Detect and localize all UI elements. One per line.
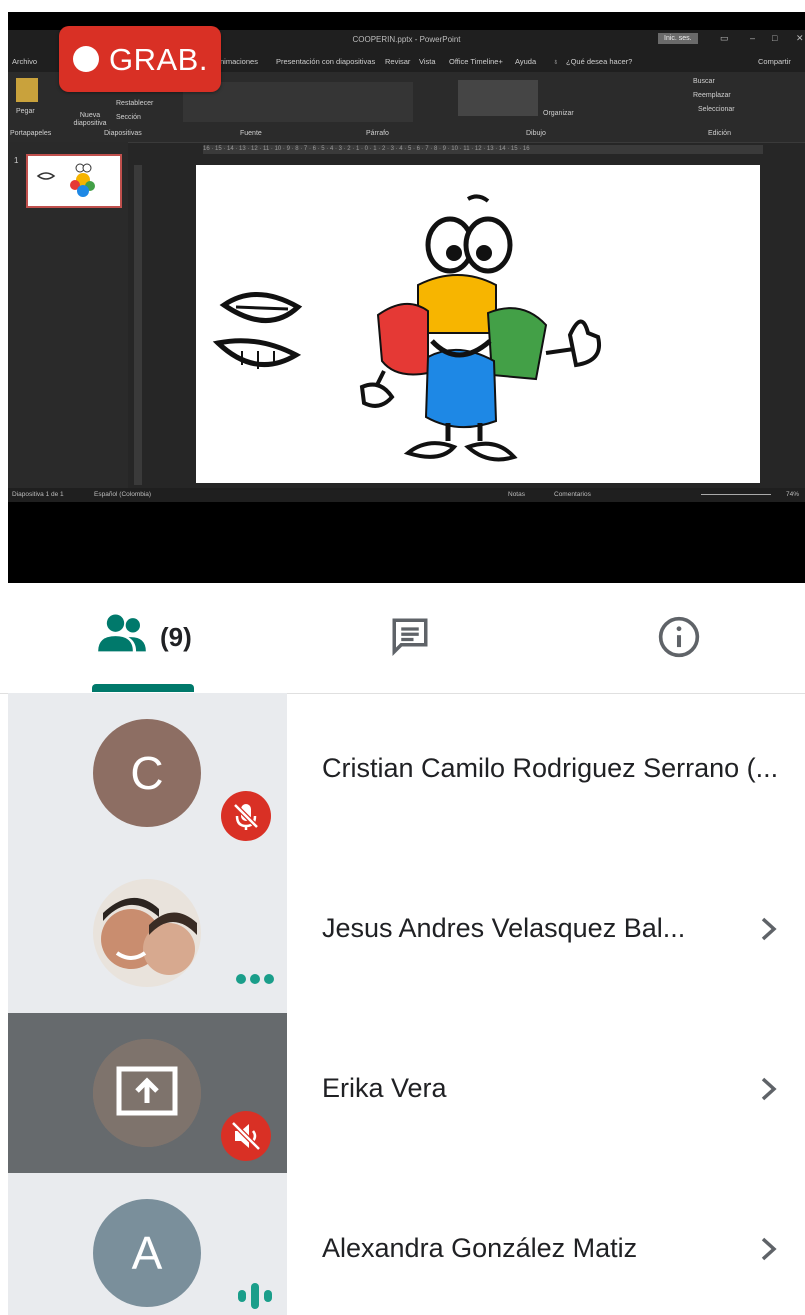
close-icon: ✕ (796, 33, 804, 43)
select-label: Seleccionar (698, 106, 735, 113)
volume-off-icon (231, 1121, 261, 1151)
participant-row[interactable]: C Cristian Camilo Rodriguez Serrano (... (0, 693, 805, 853)
menu-help: Ayuda (515, 57, 537, 66)
chat-icon (392, 618, 428, 656)
avatar: A (93, 1199, 201, 1307)
participant-tile: A (8, 1173, 287, 1315)
recording-badge: GRAB. (59, 26, 221, 92)
tell-me-text: ¿Qué desea hacer? (566, 57, 633, 66)
mic-off-badge (221, 791, 271, 841)
group-slides: Diapositivas (104, 130, 142, 137)
profile-photo (93, 879, 201, 987)
group-editing: Edición (708, 130, 731, 137)
avatar: C (93, 719, 201, 827)
slide-counter: Diapositiva 1 de 1 (12, 491, 64, 498)
new-slide-label: Nueva diapositiva (73, 112, 107, 127)
avatar (93, 879, 201, 987)
vertical-ruler (134, 165, 142, 485)
participant-tile: C (8, 693, 287, 853)
zoom-slider (701, 494, 771, 495)
people-icon (98, 614, 146, 652)
tab-info[interactable] (645, 583, 715, 693)
shapes-gallery (458, 80, 538, 116)
participant-tile (8, 1013, 287, 1173)
minimize-icon: – (750, 33, 756, 43)
slide-thumbnail (26, 154, 122, 208)
menu-animations: Animaciones (215, 57, 258, 66)
more-dots-icon (236, 971, 278, 989)
chevron-right-icon[interactable] (757, 1231, 781, 1267)
participant-row[interactable]: Jesus Andres Velasquez Bal... (0, 853, 805, 1013)
replace-label: Reemplazar (693, 92, 731, 99)
presenting-overlay (93, 1039, 201, 1147)
zoom-level: 74% (786, 491, 800, 498)
section-label: Sección (116, 114, 141, 121)
thumb-number: 1 (14, 156, 19, 165)
participant-name: Alexandra González Matiz (322, 1233, 638, 1263)
maximize-icon: □ (772, 33, 778, 43)
comments-button: Comentarios (554, 491, 591, 498)
tab-bar: (9) (0, 583, 805, 694)
menu-slideshow: Presentación con diapositivas (276, 57, 376, 66)
slide-canvas (196, 165, 760, 483)
powerpoint-window: COOPERIN.pptx - PowerPoint Inic. ses. ▭ … (8, 30, 805, 502)
powerpoint-status-bar: Diapositiva 1 de 1 Español (Colombia) No… (8, 488, 805, 502)
menu-office-timeline: Office Timeline+ (449, 57, 503, 66)
chevron-right-icon[interactable] (757, 1071, 781, 1107)
slide-thumbnails-pane: 1 (8, 142, 128, 492)
participant-name: Jesus Andres Velasquez Bal... (322, 913, 686, 943)
recording-label: GRAB. (109, 42, 208, 77)
participant-count: (9) (160, 622, 192, 652)
avatar (93, 1039, 201, 1147)
lightbulb-icon: ♁ (553, 57, 559, 66)
group-paragraph: Párrafo (366, 130, 389, 137)
tab-chat[interactable] (375, 583, 445, 693)
menu-review: Revisar (385, 57, 411, 66)
group-drawing: Dibujo (526, 130, 546, 137)
share-button: Compartir (758, 57, 791, 66)
menu-view: Vista (419, 57, 436, 66)
participant-name: Cristian Camilo Rodriguez Serrano (... (322, 753, 779, 783)
participant-row[interactable]: A Alexandra González Matiz (0, 1173, 805, 1315)
paste-icon (16, 78, 38, 102)
participant-row[interactable]: Erika Vera (0, 1013, 805, 1173)
audio-off-badge (221, 1111, 271, 1161)
participant-tile (8, 853, 287, 1013)
sign-in-button: Inic. ses. (658, 33, 698, 44)
participant-name: Erika Vera (322, 1073, 447, 1103)
find-label: Buscar (693, 78, 715, 85)
info-icon (658, 616, 700, 658)
reset-label: Restablecer (116, 100, 154, 107)
arrange-label: Organizar (543, 110, 574, 117)
notes-button: Notas (508, 491, 525, 498)
mascot-illustration (212, 194, 601, 462)
active-tab-indicator (92, 684, 194, 692)
group-clipboard: Portapapeles (10, 130, 52, 137)
ribbon-options-icon: ▭ (720, 33, 729, 43)
horizontal-ruler: 16 · 15 · 14 · 13 · 12 · 11 · 10 · 9 · 8… (203, 145, 763, 154)
shared-screen-video: COOPERIN.pptx - PowerPoint Inic. ses. ▭ … (8, 12, 805, 583)
menu-file: Archivo (12, 57, 38, 66)
record-dot-icon (73, 46, 99, 72)
group-font: Fuente (240, 130, 262, 137)
mic-off-icon (233, 803, 259, 830)
speaking-indicator-icon (238, 1283, 272, 1309)
chevron-right-icon[interactable] (757, 911, 781, 947)
language-status: Español (Colombia) (94, 491, 152, 498)
paste-label: Pegar (16, 108, 35, 115)
